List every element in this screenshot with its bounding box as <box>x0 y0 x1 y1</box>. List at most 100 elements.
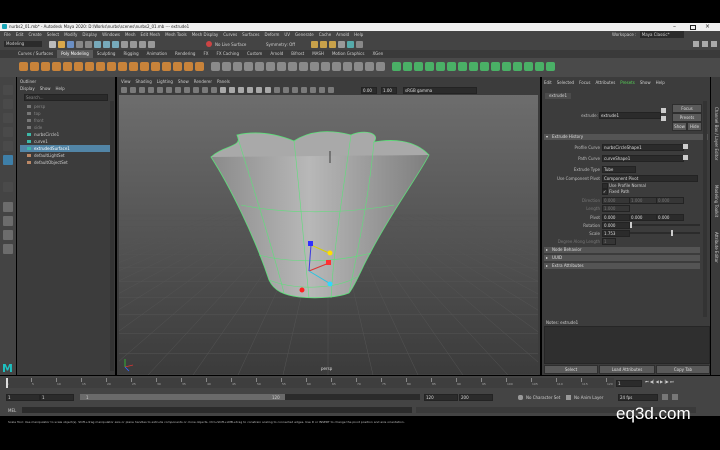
pivot-x-field[interactable]: 0.000 <box>602 214 630 221</box>
super-shape-icon[interactable] <box>173 62 182 71</box>
no-live-surface-label[interactable]: No Live Surface <box>215 42 246 47</box>
shelf-tab-fx[interactable]: FX <box>199 50 212 58</box>
tool-settings-toggle-icon[interactable] <box>711 41 717 47</box>
bridge-icon[interactable] <box>277 62 286 71</box>
bevel-edge-icon[interactable] <box>354 62 363 71</box>
ae-presets-button[interactable]: Presets <box>672 113 702 122</box>
degree-field[interactable]: 1 <box>602 238 616 245</box>
menu-mesh-tools[interactable]: Mesh Tools <box>165 31 187 38</box>
quad-draw-icon[interactable] <box>343 62 352 71</box>
scale-tool-icon[interactable] <box>3 155 13 165</box>
rotation-slider-handle[interactable] <box>630 222 632 228</box>
range-bar-thumb[interactable]: 1 120 <box>80 394 285 400</box>
mirror-icon[interactable] <box>255 62 264 71</box>
wireframe-on-shaded-icon[interactable] <box>238 87 244 93</box>
viewport-menu-renderer[interactable]: Renderer <box>194 79 212 84</box>
cut-uv-icon[interactable] <box>447 62 456 71</box>
helix-icon[interactable] <box>140 62 149 71</box>
target-weld-icon[interactable] <box>332 62 341 71</box>
camera-select-icon[interactable] <box>121 87 127 93</box>
ipr-render-icon[interactable] <box>329 41 336 48</box>
extrude-icon[interactable] <box>310 62 319 71</box>
step-forward-icon[interactable]: |▶ <box>664 379 668 384</box>
outliner-menu-display[interactable]: Display <box>20 86 35 91</box>
menu-mesh-display[interactable]: Mesh Display <box>192 31 219 38</box>
scale-y-handle[interactable] <box>327 250 333 256</box>
menu-deform[interactable]: Deform <box>264 31 279 38</box>
ae-section-extra-attributes[interactable]: ▸ Extra Attributes <box>544 263 700 269</box>
ae-node-name-field[interactable]: extrude1 <box>599 112 661 119</box>
uv-editor-icon[interactable] <box>392 62 401 71</box>
outliner-item[interactable]: top <box>20 110 112 117</box>
scale-slider[interactable] <box>630 230 700 236</box>
snap-curve-icon[interactable] <box>130 41 137 48</box>
align-icon[interactable] <box>502 62 511 71</box>
textured-icon[interactable] <box>247 87 253 93</box>
menu-generate[interactable]: Generate <box>295 31 314 38</box>
range-bar[interactable]: 1 120 <box>80 394 420 400</box>
isolate-select-icon[interactable] <box>301 87 307 93</box>
outliner-menu-show[interactable]: Show <box>40 86 51 91</box>
torus-icon[interactable] <box>74 62 83 71</box>
gate-mask-icon[interactable] <box>184 87 190 93</box>
pipe-icon[interactable] <box>129 62 138 71</box>
ae-menu-attributes[interactable]: Attributes <box>596 80 616 85</box>
profile-curve-field[interactable]: nurbsCircleShape1 <box>602 144 684 151</box>
magnet-icon[interactable] <box>206 41 212 47</box>
rotate-tool-icon[interactable] <box>3 141 13 151</box>
crease-icon[interactable] <box>365 62 374 71</box>
menu-curves[interactable]: Curves <box>223 31 237 38</box>
shadows-icon[interactable] <box>265 87 271 93</box>
menu-edit-mesh[interactable]: Edit Mesh <box>141 31 161 38</box>
two-view-layout-icon[interactable] <box>3 230 13 240</box>
camera-attributes-icon[interactable] <box>130 87 136 93</box>
scale-slider-handle[interactable] <box>670 230 673 236</box>
separate-icon[interactable] <box>222 62 231 71</box>
menu-create[interactable]: Create <box>28 31 41 38</box>
extract-icon[interactable] <box>266 62 275 71</box>
current-frame-field[interactable]: 1 <box>616 380 642 387</box>
viewport-menu-shading[interactable]: Shading <box>136 79 152 84</box>
relax-icon[interactable] <box>535 62 544 71</box>
outliner-item[interactable]: curve1 <box>20 138 112 145</box>
menu-edit[interactable]: Edit <box>16 31 24 38</box>
mode-dropdown[interactable]: Modeling <box>4 41 42 47</box>
ae-scrollbar[interactable] <box>703 101 707 317</box>
auto-uv-icon[interactable] <box>403 62 412 71</box>
combine-icon[interactable] <box>211 62 220 71</box>
side-tab-channel-box[interactable]: Channel Box / Layer Editor <box>714 107 719 160</box>
safe-action-icon[interactable] <box>202 87 208 93</box>
time-slider[interactable]: 1510152025303540455055606570758085909510… <box>0 376 720 390</box>
shelf-tab-motion-graphics[interactable]: Motion Graphics <box>328 50 369 58</box>
extrude-type-dropdown[interactable]: Tube <box>602 166 636 173</box>
plane-icon[interactable] <box>63 62 72 71</box>
menu-file[interactable]: File <box>4 31 11 38</box>
scale-x-handle[interactable] <box>326 260 331 265</box>
pivot-z-field[interactable]: 0.000 <box>656 214 684 221</box>
rotation-slider[interactable] <box>630 222 700 228</box>
shelf-tab-rigging[interactable]: Rigging <box>119 50 142 58</box>
profile-curve-connection-icon[interactable] <box>683 144 688 149</box>
open-scene-icon[interactable] <box>58 41 65 48</box>
shelf-tab-mash[interactable]: MASH <box>308 50 328 58</box>
outliner-scrollbar[interactable] <box>110 101 114 371</box>
channel-box-toggle-icon[interactable] <box>693 41 699 47</box>
prefs-icon[interactable] <box>672 394 678 400</box>
scale-field[interactable]: 1.753 <box>602 230 630 237</box>
fixed-path-checkbox[interactable]: ✓ <box>602 189 608 195</box>
select-button[interactable]: Select <box>544 365 598 374</box>
maximize-button[interactable] <box>690 25 696 30</box>
layout-icon[interactable] <box>480 62 489 71</box>
select-hierarchy-icon[interactable] <box>94 41 101 48</box>
outliner-search-input[interactable]: Search... <box>24 94 108 101</box>
outliner-layout-icon[interactable] <box>3 244 13 254</box>
hypershade-icon[interactable] <box>347 41 354 48</box>
path-curve-connection-icon[interactable] <box>683 155 688 160</box>
smooth-icon[interactable] <box>233 62 242 71</box>
ae-menu-help[interactable]: Help <box>656 80 665 85</box>
svg-icon[interactable] <box>184 62 193 71</box>
gear-icon[interactable] <box>151 62 160 71</box>
anim-layer-dropdown[interactable]: No Anim Layer <box>574 395 603 400</box>
viewport-menu-view[interactable]: View <box>121 79 131 84</box>
select-tool-icon[interactable] <box>3 85 13 95</box>
